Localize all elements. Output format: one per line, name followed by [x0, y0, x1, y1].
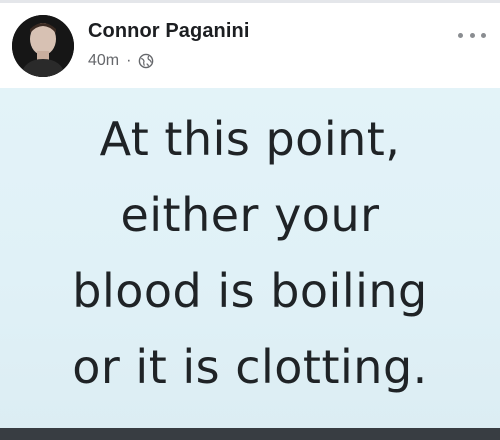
- quote-line-3: blood is boiling: [72, 264, 428, 318]
- post-timestamp[interactable]: 40m: [88, 52, 119, 70]
- quote-line-1: At this point,: [99, 112, 401, 166]
- more-dot-icon: [458, 32, 463, 38]
- post-image[interactable]: At this point, either your blood is boil…: [0, 88, 500, 428]
- meta-separator: ·: [126, 52, 132, 69]
- avatar[interactable]: [12, 15, 74, 77]
- bottom-bar: [0, 428, 500, 440]
- quote-line-2: either your: [120, 188, 380, 242]
- quote-line-4: or it is clotting.: [72, 340, 428, 394]
- post-header: Connor Paganini 40m ·: [0, 3, 500, 88]
- more-options-button[interactable]: [458, 27, 486, 43]
- author-name[interactable]: Connor Paganini: [88, 20, 250, 43]
- globe-icon[interactable]: [138, 53, 154, 69]
- more-dot-icon: [481, 32, 486, 38]
- post-meta: 40m ·: [88, 51, 154, 71]
- avatar-photo: [12, 15, 74, 77]
- more-dot-icon: [469, 32, 475, 38]
